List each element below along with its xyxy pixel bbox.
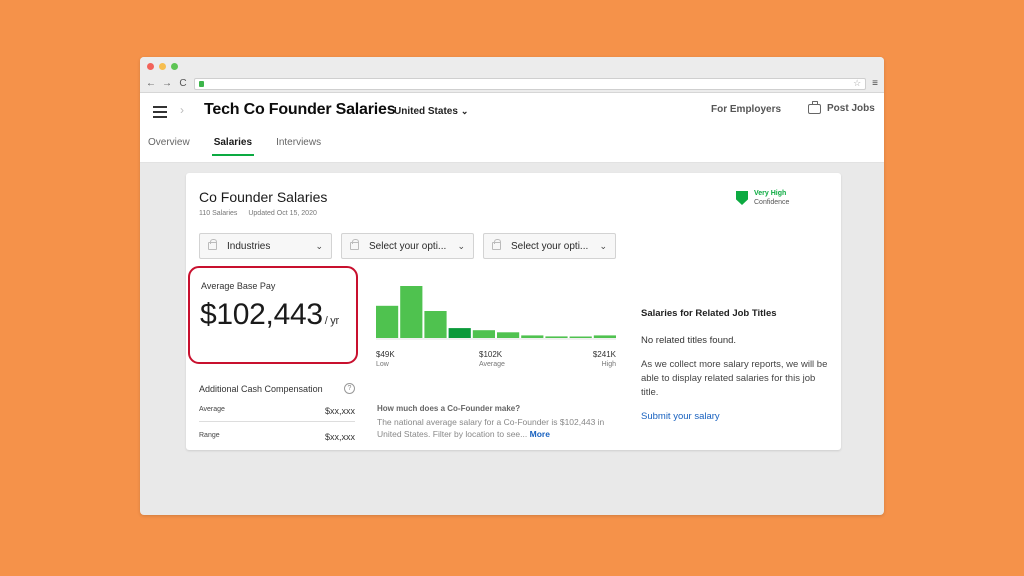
country-selector[interactable]: United States ⌄ [394,106,468,117]
average-pay-label: Average Base Pay [201,281,276,291]
minimize-window-dot[interactable] [159,62,166,70]
filter-row: Industries ⌄ Select your opti... ⌄ Selec… [199,233,616,259]
additional-row-average: Average $xx,xxx [199,406,355,422]
row-label: Average [199,406,225,413]
salary-count: 110 Salaries [199,210,238,217]
option-filter-2[interactable]: Select your opti... ⌄ [483,233,616,259]
post-jobs-label: Post Jobs [827,103,875,114]
lock-icon [492,239,501,250]
average-value: $102K [479,350,503,359]
related-titles-message: As we collect more salary reports, we wi… [641,359,828,398]
browser-menu-icon[interactable]: ≡ [872,78,878,89]
salary-summary: How much does a Co-Founder make? The nat… [377,404,617,440]
summary-answer: The national average salary for a Co-Fou… [377,416,617,440]
low-value: $49K [376,350,395,359]
average-pay-value: $102,443/ yr [200,298,339,332]
confidence-level: Very High [754,190,787,197]
card-title: Co Founder Salaries [199,189,328,205]
updated-date: Updated Oct 15, 2020 [248,210,317,217]
filter-label: Select your opti... [511,240,589,252]
industries-filter[interactable]: Industries ⌄ [199,233,332,259]
summary-text: The national average salary for a Co-Fou… [377,417,605,439]
tab-overview[interactable]: Overview [148,137,190,156]
summary-question: How much does a Co-Founder make? [377,404,521,413]
confidence-label: Confidence [754,199,790,206]
page-title: Tech Co Founder Salaries [204,101,396,118]
chevron-down-icon: ⌄ [460,106,469,116]
browser-navbar: ← → C ☆ ≡ [140,75,884,93]
salary-card: Co Founder Salaries 110 Salaries Updated… [186,173,841,450]
more-link[interactable]: More [530,429,550,439]
tab-interviews[interactable]: Interviews [276,137,321,156]
hamburger-menu-icon[interactable] [153,106,167,118]
high-value: $241K [592,350,616,359]
lock-icon [350,239,359,250]
salary-histogram [376,286,616,340]
histogram-bar [448,328,471,338]
country-label: United States [394,106,458,117]
average-pay-unit: / yr [324,315,339,327]
chevron-down-icon: ⌄ [457,240,465,251]
histogram-bar [376,305,399,338]
post-jobs-link[interactable]: Post Jobs [808,100,875,114]
breadcrumb-chevron-icon: › [180,103,184,117]
browser-window: ← → C ☆ ≡ › Tech Co Founder Salaries Uni… [140,57,884,515]
forward-arrow-icon[interactable]: → [162,78,172,89]
submit-salary-link[interactable]: Submit your salary [641,411,831,422]
histogram-bar [472,330,495,338]
filter-label: Industries [227,240,271,252]
close-window-dot[interactable] [147,62,154,70]
histogram-bar [569,336,592,338]
histogram-bar [545,336,568,338]
average-pay-highlight: Average Base Pay $102,443/ yr [188,266,358,364]
average-pay-amount: $102,443 [200,298,323,331]
option-filter-1[interactable]: Select your opti... ⌄ [341,233,474,259]
secure-lock-icon [199,80,204,87]
histogram-bar [497,332,520,338]
histogram-bar [521,335,544,338]
for-employers-link[interactable]: For Employers [711,104,781,115]
average-label: Average [479,361,505,368]
histogram-bar [424,311,447,338]
related-titles-heading: Salaries for Related Job Titles [641,308,777,319]
back-arrow-icon[interactable]: ← [146,78,156,89]
tab-salaries[interactable]: Salaries [211,137,255,156]
additional-compensation: Additional Cash Compensation ? Average $… [199,383,355,447]
chevron-down-icon: ⌄ [315,240,323,251]
maximize-window-dot[interactable] [171,62,178,70]
filter-label: Select your opti... [369,240,447,252]
shield-chart-icon [736,191,748,205]
reload-icon[interactable]: C [178,78,188,89]
histogram-bar [593,335,616,338]
histogram-bar [400,286,423,338]
row-value: $xx,xxx [324,406,355,416]
related-titles: Salaries for Related Job Titles No relat… [641,308,831,422]
window-titlebar [140,57,884,75]
additional-compensation-title: Additional Cash Compensation [199,383,323,394]
additional-row-range: Range $xx,xxx [199,432,355,447]
help-icon[interactable]: ? [344,383,355,394]
row-value: $xx,xxx [324,432,355,442]
lock-icon [208,239,217,250]
chevron-down-icon: ⌄ [599,240,607,251]
address-bar[interactable]: ☆ [194,77,867,90]
row-label: Range [199,432,220,439]
bookmark-star-icon[interactable]: ☆ [853,78,861,89]
low-label: Low [376,361,389,368]
card-meta: 110 Salaries Updated Oct 15, 2020 [199,210,326,217]
site-header: › Tech Co Founder Salaries United States… [140,93,884,163]
confidence-badge: Very High Confidence [736,189,789,207]
related-titles-empty: No related titles found. [641,335,737,346]
briefcase-icon [808,100,821,114]
high-label: High [601,361,616,368]
tab-bar: Overview Salaries Interviews [148,137,345,156]
